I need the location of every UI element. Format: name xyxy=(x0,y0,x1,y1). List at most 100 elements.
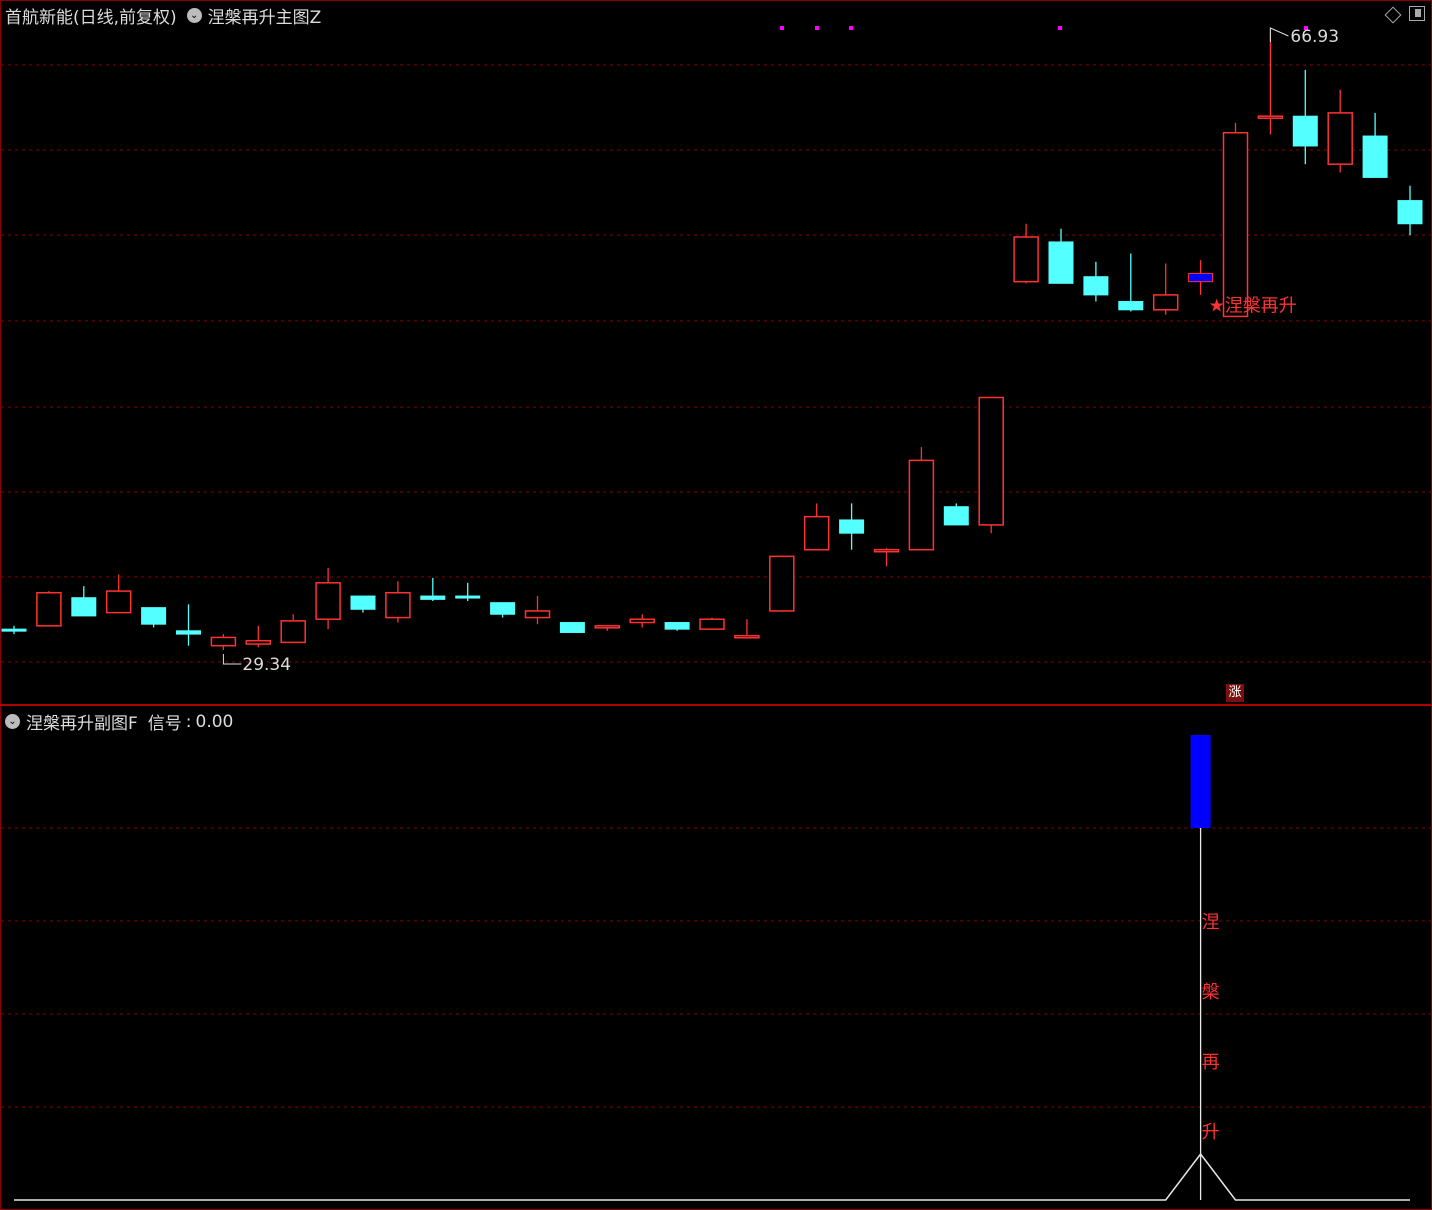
candle xyxy=(1257,28,1284,135)
candle-body xyxy=(978,396,1004,526)
candle-body xyxy=(455,595,481,599)
candle xyxy=(490,602,516,618)
candle-body xyxy=(839,519,865,534)
candle xyxy=(105,574,132,614)
candle xyxy=(315,567,341,630)
candle xyxy=(629,614,655,628)
candle xyxy=(210,634,237,650)
candle-body xyxy=(420,595,446,600)
candle xyxy=(978,396,1004,534)
signal-marker-dot xyxy=(780,26,784,30)
candle xyxy=(385,581,411,623)
candle-body xyxy=(1292,115,1318,147)
candle xyxy=(873,548,900,567)
main-chart-canvas[interactable]: 66.93 29.34 ★涅槃再升 xyxy=(1,0,1431,704)
candle-body xyxy=(1048,241,1074,284)
candle xyxy=(141,607,167,628)
candle-body xyxy=(141,607,167,625)
candle-body xyxy=(1257,115,1284,119)
candle-body xyxy=(1152,294,1179,311)
main-chart-panel[interactable]: 66.93 29.34 ★涅槃再升 首航新能(日线,前复权) ⌄ 涅槃再升主图Z 涨 xyxy=(1,0,1431,704)
candle-body xyxy=(105,590,132,614)
candle xyxy=(1152,263,1179,315)
candle-body xyxy=(1118,301,1144,311)
signal-marker-dot xyxy=(1058,26,1062,30)
candle-body xyxy=(559,622,585,633)
candle-body xyxy=(1222,131,1249,318)
candle xyxy=(524,596,551,625)
stock-name: 首航新能(日线,前复权) xyxy=(5,8,177,28)
sub-indicator-name[interactable]: 涅槃再升副图F xyxy=(26,709,138,734)
candle-body xyxy=(1397,200,1423,225)
signal-value: 0.00 xyxy=(195,711,234,732)
candle xyxy=(1,625,27,635)
candle xyxy=(420,577,446,602)
candle-body xyxy=(176,630,201,635)
candle-body xyxy=(803,515,830,551)
candle xyxy=(1222,122,1249,318)
candle xyxy=(1327,89,1353,173)
window-controls xyxy=(1384,6,1425,24)
main-chart-title: 首航新能(日线,前复权) ⌄ 涅槃再升主图Z xyxy=(5,3,321,28)
candle-body xyxy=(280,620,306,644)
candle-body xyxy=(350,595,376,610)
signal-marker-dot xyxy=(849,26,853,30)
candle xyxy=(559,622,585,633)
candle-body xyxy=(385,591,411,619)
candle xyxy=(455,582,481,602)
signal-label: 信号 xyxy=(147,714,182,734)
candle-body xyxy=(594,625,621,629)
candle xyxy=(699,617,725,630)
candle xyxy=(839,503,865,550)
candle xyxy=(71,586,97,617)
high-pointer xyxy=(1269,27,1289,42)
signal-vertical-char: 再 xyxy=(1202,1052,1220,1073)
high-price-label: 66.93 xyxy=(1290,27,1339,47)
candle-body xyxy=(245,639,272,645)
candle-body xyxy=(1362,135,1388,178)
candle-body xyxy=(1083,276,1109,296)
restore-icon[interactable] xyxy=(1409,6,1425,21)
sub-chart-canvas[interactable]: 涅槃再升 xyxy=(1,706,1431,1209)
low-price-label: 29.34 xyxy=(242,655,291,675)
sub-chart-title: ⌄ 涅槃再升副图F 信号: 0.00 xyxy=(5,709,233,734)
candle-body xyxy=(490,602,516,615)
main-indicator-name[interactable]: 涅槃再升主图Z xyxy=(208,3,322,28)
dropdown-circle-icon[interactable]: ⌄ xyxy=(5,714,20,729)
zhang-badge: 涨 xyxy=(1226,684,1244,702)
dropdown-circle-icon[interactable]: ⌄ xyxy=(186,8,202,23)
candle-body xyxy=(71,597,97,617)
candle xyxy=(803,503,830,551)
candle xyxy=(1013,223,1039,284)
signal-vertical-char: 槃 xyxy=(1202,982,1220,1003)
candle xyxy=(36,591,62,627)
candle xyxy=(769,555,795,612)
sub-chart-panel[interactable]: 涅槃再升 ⌄ 涅槃再升副图F 信号: 0.00 xyxy=(1,706,1431,1209)
candle-body xyxy=(1327,112,1353,165)
signal-vertical-char: 升 xyxy=(1202,1122,1220,1143)
candle xyxy=(594,625,621,631)
candle xyxy=(1188,260,1214,295)
candle xyxy=(943,503,969,526)
candle-body xyxy=(1,628,27,632)
candle-body xyxy=(315,582,341,620)
candle xyxy=(664,622,690,631)
candle-body xyxy=(769,555,795,612)
candle xyxy=(280,614,306,644)
candle-body xyxy=(36,591,62,627)
candle-body xyxy=(699,618,725,630)
candle-body xyxy=(664,622,690,630)
candle xyxy=(1362,112,1388,178)
candle-body xyxy=(943,506,969,526)
candle-body xyxy=(1013,236,1039,283)
candle xyxy=(1048,228,1074,284)
diamond-icon[interactable] xyxy=(1384,6,1402,24)
candle xyxy=(1397,185,1423,236)
candle-body xyxy=(1188,272,1214,283)
candle-body xyxy=(873,548,900,553)
signal-bar xyxy=(1190,735,1211,828)
candle-body xyxy=(524,610,551,619)
candle xyxy=(734,619,760,639)
signal-marker-dot xyxy=(815,26,819,30)
signal-vertical-char: 涅 xyxy=(1202,912,1220,933)
